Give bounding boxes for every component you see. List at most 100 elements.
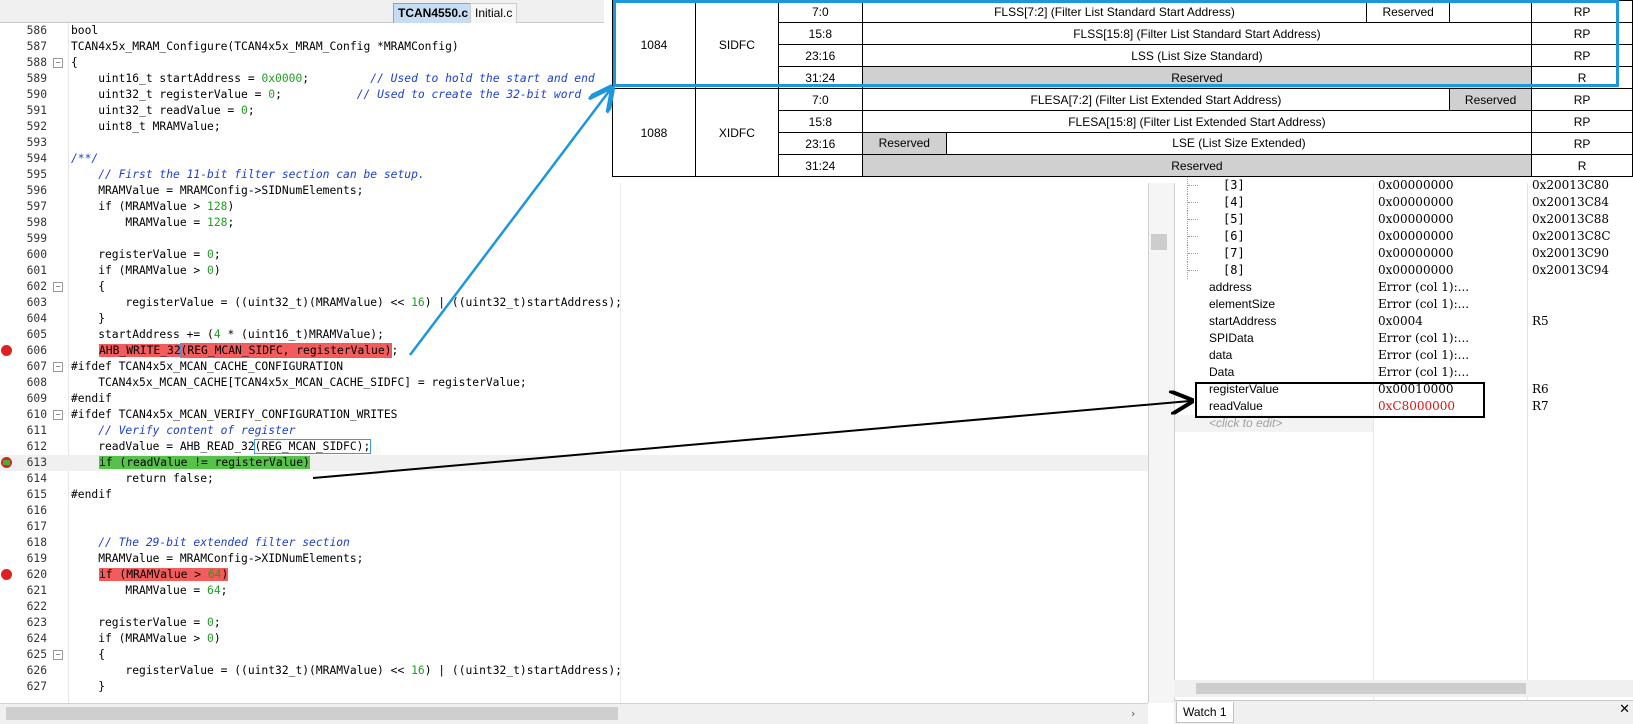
code-line: 617 <box>0 519 1148 535</box>
watch-row[interactable]: [3] 0x00000000 0x20013C80 <box>1175 177 1633 194</box>
code-text: #ifdef TCAN4x5x_MCAN_VERIFY_CONFIGURATIO… <box>71 408 398 421</box>
watch-row[interactable]: [7] 0x00000000 0x20013C90 <box>1175 245 1633 262</box>
line-number: 591 <box>26 104 47 117</box>
code-line: 614 return false; <box>0 471 1148 487</box>
code-comment: // Used to create the 32-bit word <box>356 88 582 101</box>
code-line: 604 } <box>0 311 1148 327</box>
watch-location: 0x20013C80 <box>1532 178 1610 192</box>
watch-value[interactable]: Error (col 1):... <box>1378 279 1469 296</box>
watch-row[interactable]: Data Error (col 1):... <box>1175 364 1633 381</box>
line-number: 611 <box>26 424 47 437</box>
field-access: RP <box>1531 132 1633 155</box>
fold-toggle-icon[interactable]: − <box>53 410 63 420</box>
scroll-right-icon[interactable]: › <box>1131 707 1135 720</box>
watch-value[interactable]: 0x00000000 <box>1378 245 1453 262</box>
code-number: 0 <box>241 104 248 117</box>
code-token: registerValue = ((uint32_t)(MRAMValue) <… <box>71 296 412 309</box>
bit-range: 15:8 <box>777 110 863 133</box>
code-number: 128 <box>207 200 228 213</box>
code-text: registerValue = ((uint32_t)(MRAMValue) <… <box>71 663 622 679</box>
breakpoint-icon[interactable] <box>1 569 12 580</box>
watch-name: [7] <box>1223 246 1245 260</box>
code-comment: // Verify content of register <box>71 424 296 437</box>
watch-row[interactable]: [5] 0x00000000 0x20013C88 <box>1175 211 1633 228</box>
watch-value[interactable]: Error (col 1):... <box>1378 347 1469 364</box>
line-number: 603 <box>26 296 47 309</box>
watch-location: 0x20013C8C <box>1532 229 1611 243</box>
code-text: if (MRAMValue > 0) <box>71 263 220 279</box>
scrollbar-thumb[interactable] <box>1151 234 1167 250</box>
code-number: 64 <box>207 568 222 581</box>
scrollbar-thumb[interactable] <box>1196 683 1526 694</box>
watch-value[interactable]: 0x00000000 <box>1378 194 1453 211</box>
field-description: FLESA[7:2] (Filter List Extended Start A… <box>861 88 1451 111</box>
breakpoint-icon[interactable] <box>1 345 12 356</box>
watch-value[interactable]: Error (col 1):... <box>1378 364 1469 381</box>
code-line: 605 startAddress += (4 * (uint16_t)MRAMV… <box>0 327 1148 343</box>
watch-value[interactable]: 0x00000000 <box>1378 177 1453 194</box>
code-text: { <box>71 56 78 69</box>
line-number: 608 <box>26 376 47 389</box>
watch-value[interactable]: Error (col 1):... <box>1378 296 1469 313</box>
code-number: 4 <box>213 328 221 341</box>
code-token: ; <box>213 616 221 629</box>
code-line: 619 MRAMValue = MRAMConfig->XIDNumElemen… <box>0 551 1148 567</box>
watch-value[interactable]: 0x00000000 <box>1378 211 1453 228</box>
watch-value[interactable]: 0x00000000 <box>1378 262 1453 279</box>
watch-row[interactable]: startAddress 0x0004 R5 <box>1175 313 1633 330</box>
watch-row[interactable]: elementSize Error (col 1):... <box>1175 296 1633 313</box>
tree-connector-icon <box>1187 177 1198 194</box>
line-number: 609 <box>26 392 47 405</box>
code-text: { <box>71 648 106 661</box>
line-number: 620 <box>26 568 47 581</box>
watch-name: address <box>1209 280 1252 294</box>
watch-tab-bar: Watch 1 ✕ <box>1174 700 1633 724</box>
code-number: 128 <box>207 216 228 229</box>
tab-initial-c[interactable]: Initial.c <box>470 3 518 23</box>
breakpoint-highlight: if (MRAMValue > <box>99 568 208 581</box>
code-text: #ifdef TCAN4x5x_MCAN_CACHE_CONFIGURATION <box>71 360 344 373</box>
watch-name: [5] <box>1223 212 1245 226</box>
watch-row[interactable]: address Error (col 1):... <box>1175 279 1633 296</box>
code-number: 16 <box>411 664 425 677</box>
code-text: if (MRAMValue > 128) <box>71 199 234 215</box>
watch-row[interactable]: [4] 0x00000000 0x20013C84 <box>1175 194 1633 211</box>
current-instruction-icon[interactable] <box>1 457 12 468</box>
fold-toggle-icon[interactable]: − <box>53 282 63 292</box>
fold-toggle-icon[interactable]: − <box>53 362 63 372</box>
watch-row[interactable]: data Error (col 1):... <box>1175 347 1633 364</box>
code-line: 620 if (MRAMValue > 64) <box>0 567 1148 583</box>
field-reserved: Reserved <box>1449 88 1533 111</box>
code-line: 618 // The 29-bit extended filter sectio… <box>0 535 1148 551</box>
code-line: 596 MRAMValue = MRAMConfig->SIDNumElemen… <box>0 183 1148 199</box>
watch-value[interactable]: 0x0004 <box>1378 313 1423 330</box>
watch-row[interactable]: [6] 0x00000000 0x20013C8C <box>1175 228 1633 245</box>
fold-toggle-icon[interactable]: − <box>53 650 63 660</box>
breakpoint-highlight-args: (REG_MCAN_SIDFC, registerValue) <box>179 343 393 358</box>
watch-window[interactable]: [3] 0x00000000 0x20013C80 [4] 0x00000000 0x2… <box>1174 177 1633 723</box>
code-token: ; <box>302 72 371 85</box>
code-number: 16 <box>411 296 425 309</box>
watch-row[interactable]: SPIData Error (col 1):... <box>1175 330 1633 347</box>
code-line: 625− { <box>0 647 1148 663</box>
scrollbar-thumb[interactable] <box>6 707 618 720</box>
tab-tcan4550-c[interactable]: TCAN4550.c <box>393 3 474 23</box>
line-number: 590 <box>26 88 47 101</box>
editor-horizontal-scrollbar[interactable]: › <box>0 703 1148 724</box>
code-text: registerValue = ((uint32_t)(MRAMValue) <… <box>71 295 622 311</box>
watch-value[interactable]: 0x00000000 <box>1378 228 1453 245</box>
line-number: 596 <box>26 184 47 197</box>
fold-toggle-icon[interactable]: − <box>53 58 63 68</box>
tab-watch-1[interactable]: Watch 1 <box>1176 702 1234 723</box>
code-line: 623 registerValue = 0; <box>0 615 1148 631</box>
watch-row[interactable]: [8] 0x00000000 0x20013C94 <box>1175 262 1633 279</box>
watch-value[interactable]: Error (col 1):... <box>1378 330 1469 347</box>
close-icon[interactable]: ✕ <box>1619 702 1630 717</box>
code-line: 602− { <box>0 279 1148 295</box>
code-line: 624 if (MRAMValue > 0) <box>0 631 1148 647</box>
code-line: 616 <box>0 503 1148 519</box>
line-number: 601 <box>26 264 47 277</box>
editor-vertical-scrollbar[interactable] <box>1148 180 1175 703</box>
line-number: 607 <box>26 360 47 373</box>
watch-horizontal-scrollbar[interactable] <box>1174 680 1633 697</box>
